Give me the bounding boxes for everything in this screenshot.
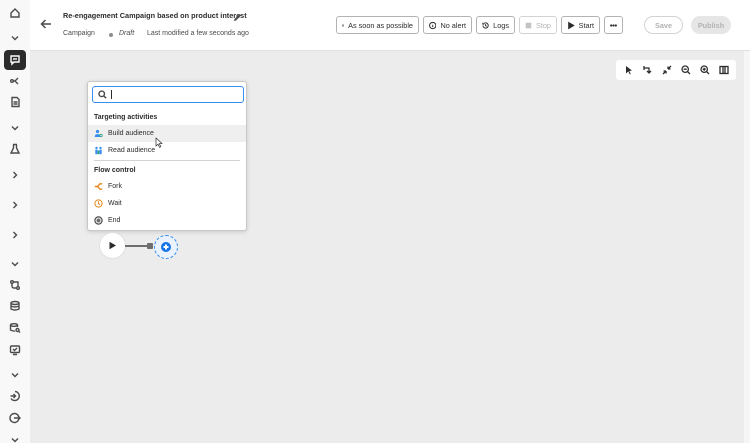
chevron-down-icon[interactable] bbox=[4, 28, 26, 48]
content-icon[interactable] bbox=[4, 92, 26, 112]
stop-icon bbox=[525, 22, 532, 28]
section-title-targeting: Targeting activities bbox=[94, 114, 158, 121]
activity-item-end[interactable]: End bbox=[88, 212, 246, 229]
connect-tool-icon[interactable] bbox=[640, 63, 655, 78]
activity-search-input[interactable] bbox=[115, 88, 244, 101]
chevron-right-icon[interactable] bbox=[4, 165, 26, 185]
panel-toggle-icon[interactable] bbox=[716, 63, 731, 78]
text-cursor bbox=[110, 90, 112, 99]
more-icon bbox=[610, 23, 617, 27]
experiment-icon[interactable] bbox=[4, 139, 26, 159]
start-label: Start bbox=[578, 20, 594, 30]
home-icon[interactable] bbox=[4, 3, 26, 23]
calendar-icon bbox=[342, 24, 345, 27]
campaigns-icon[interactable] bbox=[4, 50, 26, 70]
build-audience-icon bbox=[94, 129, 103, 138]
logs-label: Logs bbox=[493, 20, 509, 30]
activity-search-field[interactable] bbox=[92, 86, 244, 103]
activity-label: Fork bbox=[108, 183, 122, 190]
start-button[interactable]: Start bbox=[561, 16, 600, 34]
logs-button[interactable]: Logs bbox=[476, 16, 515, 34]
plus-icon bbox=[161, 242, 171, 252]
connector-port bbox=[147, 243, 153, 249]
pointer-select-icon[interactable] bbox=[621, 63, 636, 78]
play-icon bbox=[109, 241, 116, 250]
activity-label: End bbox=[108, 217, 121, 224]
fit-to-screen-icon[interactable] bbox=[659, 63, 674, 78]
object-type-label: Campaign bbox=[63, 30, 95, 37]
chevron-right-icon[interactable] bbox=[4, 225, 26, 245]
left-nav-rail bbox=[0, 0, 30, 443]
chevron-down-icon[interactable] bbox=[4, 118, 26, 138]
chevron-right-icon[interactable] bbox=[4, 195, 26, 215]
campaign-header: Re-engagement Campaign based on product … bbox=[30, 0, 750, 51]
chevron-down-icon[interactable] bbox=[4, 430, 26, 443]
save-button[interactable]: Save bbox=[644, 16, 683, 34]
activity-label: Read audience bbox=[108, 147, 156, 154]
flow-connector bbox=[125, 245, 148, 247]
add-activity-node[interactable] bbox=[154, 235, 178, 259]
activity-item-build-audience[interactable]: Build audience bbox=[88, 125, 246, 142]
start-node[interactable] bbox=[100, 233, 125, 258]
end-icon bbox=[94, 216, 103, 225]
search-icon bbox=[98, 90, 107, 99]
schedule-button[interactable]: As soon as possible bbox=[336, 16, 419, 34]
alert-label: No alert bbox=[440, 20, 466, 30]
status-badge: Draft bbox=[119, 30, 135, 37]
import-icon[interactable] bbox=[4, 386, 26, 406]
section-divider bbox=[94, 160, 240, 161]
chevron-down-icon[interactable] bbox=[4, 254, 26, 274]
pencil-icon[interactable] bbox=[232, 10, 243, 21]
history-icon bbox=[482, 21, 489, 29]
play-icon bbox=[568, 21, 575, 29]
chevron-down-icon[interactable] bbox=[4, 365, 26, 385]
database-icon[interactable] bbox=[4, 296, 26, 316]
zoom-in-icon[interactable] bbox=[697, 63, 712, 78]
activity-item-wait[interactable]: Wait bbox=[88, 195, 246, 212]
export-icon[interactable] bbox=[4, 408, 26, 428]
workflow-icon[interactable] bbox=[4, 275, 26, 295]
workflow-canvas[interactable]: Targeting activities Build audience Read… bbox=[30, 51, 744, 443]
activity-item-read-audience[interactable]: Read audience bbox=[88, 142, 246, 159]
more-actions-button[interactable] bbox=[604, 16, 623, 34]
canvas-toolbar bbox=[616, 60, 736, 80]
back-arrow-icon[interactable] bbox=[39, 17, 53, 31]
alert-button[interactable]: No alert bbox=[423, 16, 472, 34]
mouse-cursor-icon bbox=[155, 137, 163, 148]
activity-label: Build audience bbox=[108, 130, 154, 137]
activity-item-fork[interactable]: Fork bbox=[88, 178, 246, 195]
fork-icon bbox=[94, 183, 103, 190]
page-title: Re-engagement Campaign based on product … bbox=[63, 11, 247, 20]
data-search-icon[interactable] bbox=[4, 318, 26, 338]
last-modified-text: Last modified a few seconds ago bbox=[147, 30, 249, 37]
status-dot bbox=[109, 33, 113, 37]
activity-picker-popover: Targeting activities Build audience Read… bbox=[87, 81, 247, 231]
stop-label: Stop bbox=[535, 20, 551, 30]
canvas-scrollbar[interactable] bbox=[744, 51, 750, 443]
journeys-icon[interactable] bbox=[4, 71, 26, 91]
info-icon bbox=[429, 21, 437, 29]
activity-label: Wait bbox=[108, 200, 122, 207]
wait-icon bbox=[94, 199, 103, 208]
section-title-flow-control: Flow control bbox=[94, 167, 136, 174]
monitor-icon[interactable] bbox=[4, 340, 26, 360]
stop-button[interactable]: Stop bbox=[519, 16, 557, 34]
publish-button[interactable]: Publish bbox=[691, 16, 731, 34]
read-audience-icon bbox=[95, 146, 102, 155]
schedule-label: As soon as possible bbox=[348, 20, 413, 30]
zoom-out-icon[interactable] bbox=[678, 63, 693, 78]
